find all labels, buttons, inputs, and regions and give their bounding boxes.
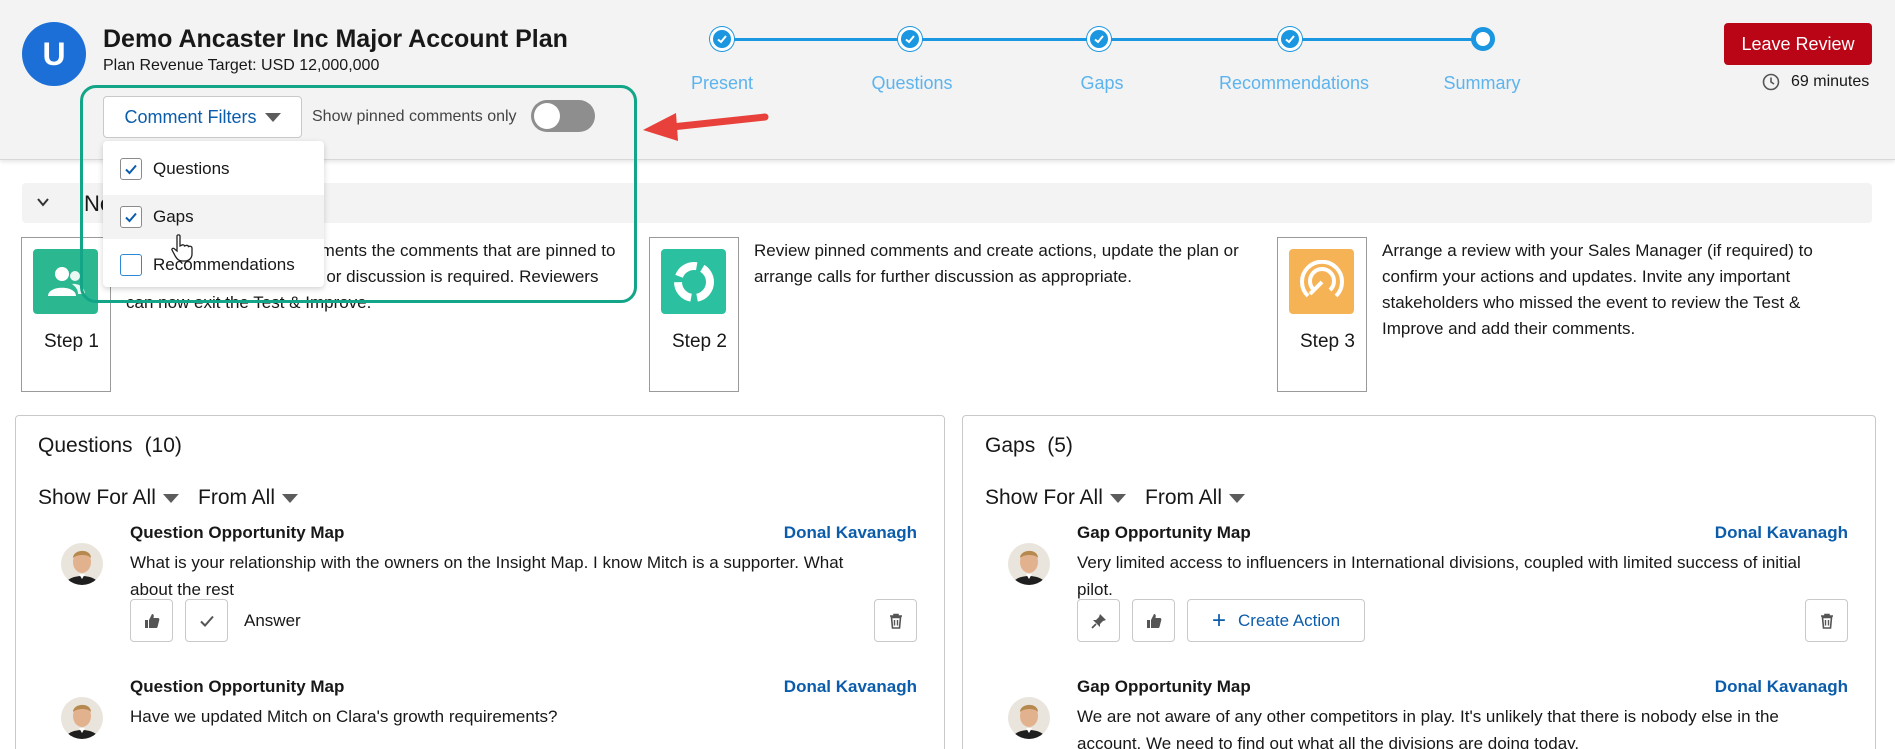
app-logo: U (22, 22, 86, 86)
check-icon (905, 35, 915, 44)
plus-icon: + (1212, 606, 1227, 634)
step-1-label: Step 1 (44, 331, 99, 352)
comment-text: Very limited access to influencers in In… (1077, 553, 1801, 599)
avatar (61, 543, 103, 585)
check-icon (1285, 35, 1295, 44)
stepper-node-recommendations[interactable] (1278, 27, 1302, 51)
show-for-label: Show For All (985, 486, 1103, 509)
annotation-arrow-icon (643, 113, 769, 141)
comment-type: Gap Opportunity Map (1077, 677, 1251, 696)
stepper-label-recommendations[interactable]: Recommendations (1219, 73, 1369, 94)
leave-review-button[interactable]: Leave Review (1724, 23, 1872, 65)
stepper-node-questions[interactable] (898, 27, 922, 51)
stepper-node-summary[interactable] (1471, 27, 1495, 51)
pin-button[interactable] (1077, 599, 1120, 642)
hand-cursor-icon (171, 234, 193, 262)
comment-type: Question Opportunity Map (130, 677, 345, 696)
thumbs-up-icon (144, 613, 159, 628)
gaps-panel-title: Gaps (5) (985, 434, 1073, 458)
comment-actions: + Create Action (1077, 599, 1366, 642)
gaps-panel: Gaps (5) Show For All From All Gap Opport… (962, 415, 1876, 749)
caret-down-icon (282, 493, 299, 503)
trash-icon (1820, 613, 1833, 629)
answer-link[interactable]: Answer (244, 611, 301, 631)
from-filter[interactable]: From All (1145, 486, 1246, 510)
delete-comment-button[interactable] (1805, 599, 1848, 642)
comment-author-link[interactable]: Donal Kavanagh (1715, 523, 1848, 543)
pin-icon (1090, 613, 1106, 629)
from-label: From All (198, 486, 276, 509)
show-for-filter[interactable]: Show For All (38, 486, 179, 510)
panel-count: (10) (144, 434, 182, 457)
comment-author-link[interactable]: Donal Kavanagh (784, 677, 917, 697)
stepper-label-questions[interactable]: Questions (871, 73, 952, 94)
like-button[interactable] (1132, 599, 1175, 642)
show-for-label: Show For All (38, 486, 156, 509)
clock-icon (1762, 73, 1780, 91)
avatar (61, 697, 103, 739)
stepper-node-present[interactable] (710, 27, 734, 51)
page-title: Demo Ancaster Inc Major Account Plan (103, 25, 568, 53)
comment-author-link[interactable]: Donal Kavanagh (1715, 677, 1848, 697)
avatar (1008, 697, 1050, 739)
questions-panel-title: Questions (10) (38, 434, 182, 458)
step-3-label: Step 3 (1300, 331, 1355, 352)
thumbs-up-icon (1146, 613, 1161, 628)
trash-icon (889, 613, 902, 629)
caret-down-icon (1109, 493, 1126, 503)
step-3-text: Arrange a review with your Sales Manager… (1382, 241, 1813, 338)
from-label: From All (1145, 486, 1223, 509)
comment-type: Question Opportunity Map (130, 523, 345, 542)
panel-title-text: Questions (38, 434, 133, 457)
comment-text: We are not aware of any other competitor… (1077, 707, 1779, 749)
avatar (1008, 543, 1050, 585)
time-remaining: 69 minutes (1762, 73, 1869, 91)
check-icon (1094, 35, 1104, 44)
show-for-filter[interactable]: Show For All (985, 486, 1126, 510)
step-2-label: Step 2 (672, 331, 727, 352)
create-action-button[interactable]: + Create Action (1187, 599, 1366, 642)
panel-title-text: Gaps (985, 434, 1036, 457)
annotation-highlight-box (80, 85, 637, 303)
comment-text: Have we updated Mitch on Clara's growth … (130, 707, 558, 726)
comment-author-link[interactable]: Donal Kavanagh (784, 523, 917, 543)
stepper-label-summary[interactable]: Summary (1443, 73, 1520, 94)
caret-down-icon (162, 493, 179, 503)
step-card-3: Step 3 (1277, 237, 1367, 392)
questions-panel: Questions (10) Show For All From All Ques… (15, 415, 945, 749)
target-arrow-icon (1289, 249, 1354, 314)
plan-revenue-target: Plan Revenue Target: USD 12,000,000 (103, 57, 380, 74)
check-icon (199, 615, 214, 627)
like-button[interactable] (130, 599, 173, 642)
comment-text: What is your relationship with the owner… (130, 553, 844, 599)
delete-comment-button[interactable] (874, 599, 917, 642)
stepper-label-gaps[interactable]: Gaps (1080, 73, 1123, 94)
step-2-text: Review pinned comments and create action… (754, 241, 1239, 286)
refresh-circle-icon (661, 249, 726, 314)
comment-type: Gap Opportunity Map (1077, 523, 1251, 542)
from-filter[interactable]: From All (198, 486, 299, 510)
time-remaining-text: 69 minutes (1791, 73, 1870, 90)
stepper-label-present[interactable]: Present (691, 73, 753, 94)
caret-down-icon (1229, 493, 1246, 503)
stepper-node-gaps[interactable] (1087, 27, 1111, 51)
mark-answered-button[interactable] (185, 599, 228, 642)
panel-count: (5) (1047, 434, 1073, 457)
create-action-label: Create Action (1238, 610, 1341, 630)
step-card-2: Step 2 (649, 237, 739, 392)
comment-actions: Answer (130, 599, 301, 642)
chevron-down-icon (37, 198, 49, 207)
check-icon (717, 35, 727, 44)
